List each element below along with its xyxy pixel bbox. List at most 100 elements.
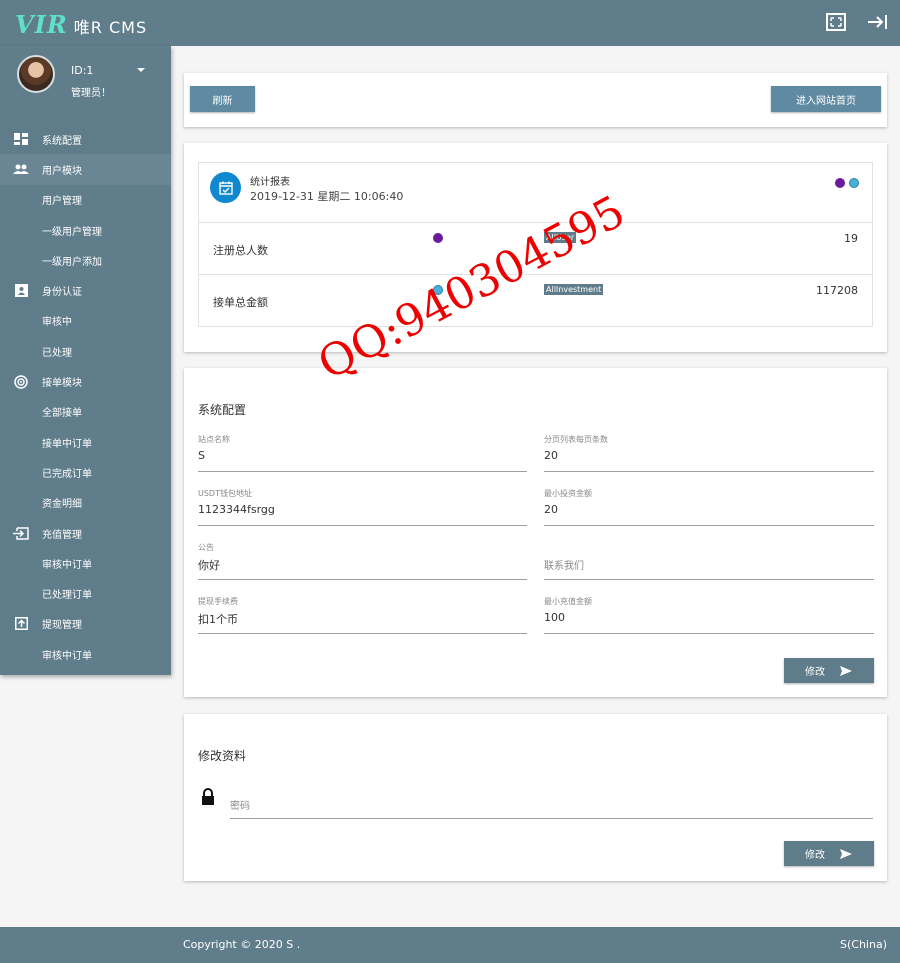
sidebar-item-label: 接单模块 (42, 378, 82, 390)
field-label: 最小投资金额 (544, 489, 592, 498)
sidebar-item-label: 全部接单 (42, 408, 82, 420)
submit-label: 修改 (805, 850, 825, 861)
upload-icon (13, 617, 29, 631)
brand[interactable]: VIR 唯R CMS (15, 10, 147, 39)
field-placeholder: 联系我们 (544, 561, 584, 572)
user-icon (433, 233, 443, 243)
sidebar-item[interactable]: 审核中 (0, 306, 171, 336)
sidebar-item-label: 审核中订单 (42, 559, 92, 571)
min-recharge-field[interactable]: 最小充值金额 100 (544, 596, 874, 634)
lock-icon (201, 788, 215, 809)
profile-role: 管理员！ (71, 88, 111, 99)
sidebar-menu: 系统配置用户模块用户管理一级用户管理 一级用户添加身份认证 审核中 已处理接单模块全部… (0, 124, 171, 669)
stat-value: 117208 (816, 284, 858, 297)
radar-icon (13, 374, 29, 389)
toolbar-card: 刷新 进入网站首页 (184, 73, 887, 127)
stats-title: 统计报表 (250, 177, 290, 188)
contact-field[interactable]: 联系我们 (544, 542, 874, 580)
site-name-field[interactable]: 站点名称 S (198, 434, 527, 472)
password-placeholder: 密码 (230, 801, 250, 812)
profile-edit-title: 修改资料 (198, 749, 247, 763)
sidebar: ID:1 管理员！ 系统配置 用户模块 用户管理 一级用户管理 一级用户添加 身份认证 审核… (0, 46, 171, 675)
sidebar-item[interactable]: 接单中订单 (0, 427, 171, 457)
stats-card: 统计报表 2019-12-31 星期二 10:06:40 注册总人数 AllUs… (184, 143, 887, 352)
profile-submit-button[interactable]: 修改 (784, 841, 874, 866)
field-label: 最小充值金额 (544, 597, 592, 606)
chevron-down-icon[interactable] (137, 68, 145, 72)
sidebar-item-label: 用户管理 (42, 196, 82, 208)
stat-value: 19 (844, 232, 858, 245)
people-icon (13, 162, 29, 176)
top-bar: VIR 唯R CMS (0, 0, 900, 46)
field-value: 你好 (198, 559, 220, 572)
sidebar-item-label: 审核中订单 (42, 650, 92, 662)
coin-badge-icon[interactable] (849, 178, 859, 188)
stat-label: 接单总金额 (213, 296, 268, 309)
send-icon (840, 665, 852, 676)
notice-field[interactable]: 公告 你好 (198, 542, 527, 580)
app-name: 唯R CMS (73, 18, 148, 37)
sidebar-item-label: 充值管理 (42, 529, 82, 541)
sidebar-item[interactable]: 系统配置 (0, 124, 171, 155)
sidebar-item[interactable]: 一级用户管理 (0, 215, 171, 245)
sidebar-item[interactable]: 用户管理 (0, 185, 171, 215)
footer-side (0, 927, 171, 963)
sidebar-item[interactable]: 资金明细 (0, 488, 171, 518)
sidebar-item-label: 接单中订单 (42, 438, 92, 450)
sidebar-item[interactable]: 充值管理 (0, 517, 171, 549)
field-value: S (198, 449, 205, 462)
refresh-button[interactable]: 刷新 (190, 86, 255, 112)
logout-icon[interactable] (866, 12, 890, 34)
config-title: 系统配置 (198, 403, 247, 417)
sidebar-item[interactable]: 身份认证 (0, 275, 171, 306)
profile: ID:1 管理员！ (0, 46, 171, 124)
field-label: 站点名称 (198, 435, 230, 444)
stat-row-users: 注册总人数 AllUser 19 (199, 223, 872, 275)
footer: Copyright © 2020 S . S(China) (0, 927, 900, 963)
login-icon (13, 526, 29, 540)
withdraw-fee-field[interactable]: 提现手续费 扣1个币 (198, 596, 527, 634)
password-field[interactable]: 密码 (230, 788, 873, 819)
field-value: 20 (544, 449, 558, 462)
min-invest-field[interactable]: 最小投资金额 20 (544, 488, 874, 526)
sidebar-item[interactable]: 已处理 (0, 336, 171, 366)
field-value: 20 (544, 503, 558, 516)
field-label: 提现手续费 (198, 597, 238, 606)
sidebar-item[interactable]: 提现管理 (0, 608, 171, 640)
field-label: 公告 (198, 543, 214, 552)
submit-label: 修改 (805, 667, 825, 678)
home-button[interactable]: 进入网站首页 (771, 86, 881, 112)
field-value: 扣1个币 (198, 613, 238, 626)
page-size-field[interactable]: 分页列表每页条数 20 (544, 434, 874, 472)
footer-copyright: Copyright © 2020 S . (183, 938, 301, 951)
sidebar-item-label: 已完成订单 (42, 468, 92, 480)
stats-box: 统计报表 2019-12-31 星期二 10:06:40 注册总人数 AllUs… (198, 162, 873, 327)
config-submit-button[interactable]: 修改 (784, 658, 874, 683)
sidebar-item-label: 用户模块 (42, 165, 82, 177)
field-label: USDT钱包地址 (198, 489, 252, 498)
fullscreen-icon[interactable] (825, 12, 849, 34)
sidebar-item[interactable]: 审核中订单 (0, 548, 171, 578)
stat-tag: AllUser (544, 232, 577, 243)
stats-datetime: 2019-12-31 星期二 10:06:40 (250, 190, 404, 203)
field-value: 100 (544, 611, 565, 624)
config-card: 系统配置 站点名称 S 分页列表每页条数 20 USDT钱包地址 1123344… (184, 368, 887, 697)
calendar-icon (210, 172, 241, 203)
sidebar-item-label: 提现管理 (42, 620, 82, 632)
sidebar-item-label: 一级用户管理 (42, 226, 102, 238)
avatar[interactable] (17, 55, 55, 93)
sidebar-item[interactable]: 审核中订单 (0, 639, 171, 669)
stat-tag: AllInvestment (544, 284, 604, 295)
sidebar-item[interactable]: 用户模块 (0, 154, 171, 185)
sidebar-item[interactable]: 接单模块 (0, 366, 171, 397)
sidebar-item[interactable]: 全部接单 (0, 397, 171, 427)
usdt-wallet-field[interactable]: USDT钱包地址 1123344fsrgg (198, 488, 527, 526)
user-badge-icon[interactable] (835, 178, 845, 188)
sidebar-item[interactable]: 已处理订单 (0, 578, 171, 608)
sidebar-item[interactable]: 已完成订单 (0, 457, 171, 487)
send-icon (840, 848, 852, 859)
footer-region: S(China) (840, 938, 887, 951)
stat-row-investment: 接单总金额 AllInvestment 117208 (199, 275, 872, 327)
sidebar-item-label: 一级用户添加 (42, 256, 102, 268)
sidebar-item[interactable]: 一级用户添加 (0, 245, 171, 275)
